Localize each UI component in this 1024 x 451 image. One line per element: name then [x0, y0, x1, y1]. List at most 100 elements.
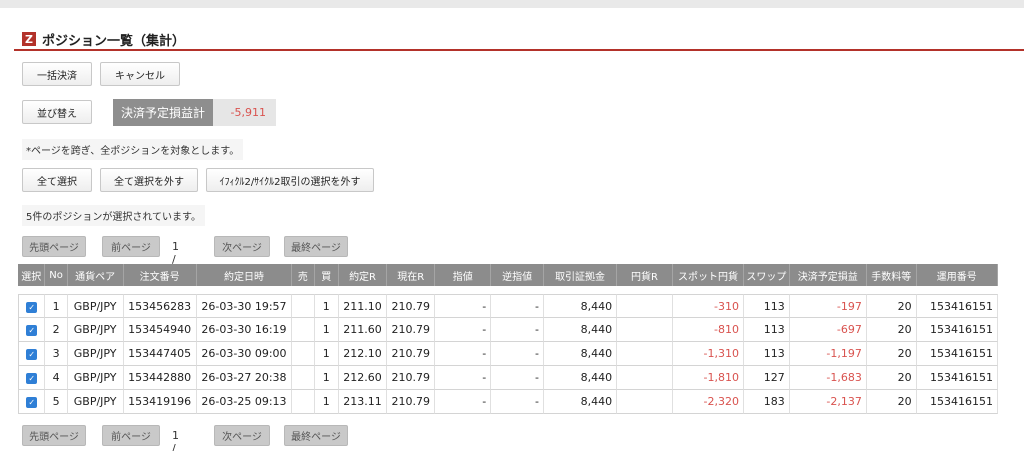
row-checkbox[interactable]: ✓ [26, 325, 38, 336]
cell-pair: GBP/JPY [67, 294, 124, 318]
cell-op-number: 153416151 [916, 318, 998, 342]
cell-current-rate: 210.79 [387, 366, 436, 390]
cell-order: 153419196 [123, 390, 197, 414]
bulk-settle-button[interactable]: 一括決済 [22, 62, 92, 86]
col-margin: 取引証拠金 [544, 264, 618, 286]
cell-pnl: -1,683 [789, 366, 867, 390]
cell-pnl: -1,197 [789, 342, 867, 366]
cell-yen-rate [617, 390, 673, 414]
cell-margin: 8,440 [544, 390, 618, 414]
col-current-rate: 現在R [387, 264, 436, 286]
next-page-button[interactable]: 次ページ [214, 236, 270, 257]
col-yen-rate: 円貨R [617, 264, 673, 286]
col-pnl: 決済予定損益 [789, 264, 867, 286]
cell-fee: 20 [866, 318, 917, 342]
cell-fee: 20 [866, 294, 917, 318]
table-row[interactable]: ✓ 4 GBP/JPY 153442880 26-03-27 20:38 1 212.60 2… [18, 366, 998, 390]
row-checkbox[interactable]: ✓ [26, 301, 38, 313]
first-page-button[interactable]: 先頭ページ [22, 425, 86, 446]
positions-table: 選択 No 通貨ペア 注文番号 約定日時 売 買 約定R 現在R 指値 逆指値 … [18, 264, 998, 414]
cell-pnl: -697 [789, 318, 867, 342]
cell-swap: 113 [744, 342, 790, 366]
last-page-button[interactable]: 最終ページ [284, 425, 348, 446]
deselect-all-button[interactable]: 全て選択を外す [100, 168, 198, 192]
cell-op-number: 153416151 [916, 294, 998, 318]
cell-exec-rate: 213.11 [338, 390, 388, 414]
cell-order: 153442880 [123, 366, 197, 390]
cell-sell [292, 318, 315, 342]
cell-margin: 8,440 [544, 294, 618, 318]
table-row[interactable]: ✓ 3 GBP/JPY 153447405 26-03-30 09:00 1 212.10 2… [18, 342, 998, 366]
cell-no: 1 [45, 294, 68, 318]
cell-margin: 8,440 [544, 342, 618, 366]
cell-yen-rate [617, 318, 673, 342]
cell-limit: - [435, 318, 492, 342]
cell-pair: GBP/JPY [67, 342, 124, 366]
cell-date: 26-03-30 19:57 [196, 294, 293, 318]
row-checkbox[interactable]: ✓ [26, 397, 38, 408]
cell-yen-rate [617, 342, 673, 366]
prev-page-button[interactable]: 前ページ [102, 236, 160, 257]
cell-swap: 113 [744, 318, 790, 342]
row-checkbox[interactable]: ✓ [26, 349, 38, 360]
cell-pair: GBP/JPY [67, 390, 124, 414]
cell-current-rate: 210.79 [387, 318, 436, 342]
col-buy: 買 [314, 264, 339, 286]
cell-current-rate: 210.79 [387, 342, 436, 366]
cell-current-rate: 210.79 [387, 294, 436, 318]
cell-spot: -1,810 [672, 366, 745, 390]
cell-select[interactable]: ✓ [18, 294, 46, 318]
cell-select[interactable]: ✓ [18, 318, 46, 342]
cell-spot: -2,320 [672, 390, 745, 414]
cell-limit: - [435, 294, 492, 318]
page-title: ポジション一覧（集計） [42, 33, 186, 49]
cell-buy: 1 [314, 342, 339, 366]
cell-spot: -1,310 [672, 342, 745, 366]
cell-select[interactable]: ✓ [18, 390, 46, 414]
cell-fee: 20 [866, 342, 917, 366]
last-page-button[interactable]: 最終ページ [284, 236, 348, 257]
cancel-button[interactable]: キャンセル [100, 62, 180, 86]
cell-stop: - [491, 366, 545, 390]
cell-limit: - [435, 390, 492, 414]
cell-yen-rate [617, 366, 673, 390]
cell-sell [292, 366, 315, 390]
cell-stop: - [491, 342, 545, 366]
sort-button[interactable]: 並び替え [22, 100, 92, 124]
cell-select[interactable]: ✓ [18, 366, 46, 390]
pnl-label: 決済予定損益計 [113, 99, 213, 126]
cell-pnl: -2,137 [789, 390, 867, 414]
cell-swap: 113 [744, 294, 790, 318]
col-pair: 通貨ペア [67, 264, 124, 286]
cell-buy: 1 [314, 366, 339, 390]
col-date: 約定日時 [196, 264, 293, 286]
cell-select[interactable]: ✓ [18, 342, 46, 366]
select-all-button[interactable]: 全て選択 [22, 168, 92, 192]
cell-no: 4 [45, 366, 68, 390]
table-row[interactable]: ✓ 2 GBP/JPY 153454940 26-03-30 16:19 1 211.60 2… [18, 318, 998, 342]
section-header: Z ポジション一覧（集計） [22, 30, 186, 49]
brand-logo-icon: Z [22, 32, 36, 46]
pnl-summary: 決済予定損益計 -5,911 [113, 99, 276, 126]
cell-exec-rate: 211.60 [338, 318, 388, 342]
cell-no: 2 [45, 318, 68, 342]
cell-stop: - [491, 318, 545, 342]
cell-sell [292, 294, 315, 318]
cell-date: 26-03-27 20:38 [196, 366, 293, 390]
cell-date: 26-03-30 09:00 [196, 342, 293, 366]
cell-stop: - [491, 294, 545, 318]
col-spot: スポット円貨 [672, 264, 745, 286]
row-checkbox[interactable]: ✓ [26, 373, 38, 384]
cell-swap: 127 [744, 366, 790, 390]
table-row[interactable]: ✓ 5 GBP/JPY 153419196 26-03-25 09:13 1 213.11 2… [18, 390, 998, 414]
deselect-cycle-button[interactable]: ｲﾌｨｸﾙ2/ｻｲｸﾙ2取引の選択を外す [206, 168, 374, 192]
cell-sell [292, 342, 315, 366]
first-page-button[interactable]: 先頭ページ [22, 236, 86, 257]
next-page-button[interactable]: 次ページ [214, 425, 270, 446]
cell-limit: - [435, 342, 492, 366]
pnl-value: -5,911 [213, 99, 276, 126]
table-row[interactable]: ✓ 1 GBP/JPY 153456283 26-03-30 19:57 1 211.10 2… [18, 294, 998, 318]
prev-page-button[interactable]: 前ページ [102, 425, 160, 446]
cell-exec-rate: 212.60 [338, 366, 388, 390]
cell-buy: 1 [314, 390, 339, 414]
